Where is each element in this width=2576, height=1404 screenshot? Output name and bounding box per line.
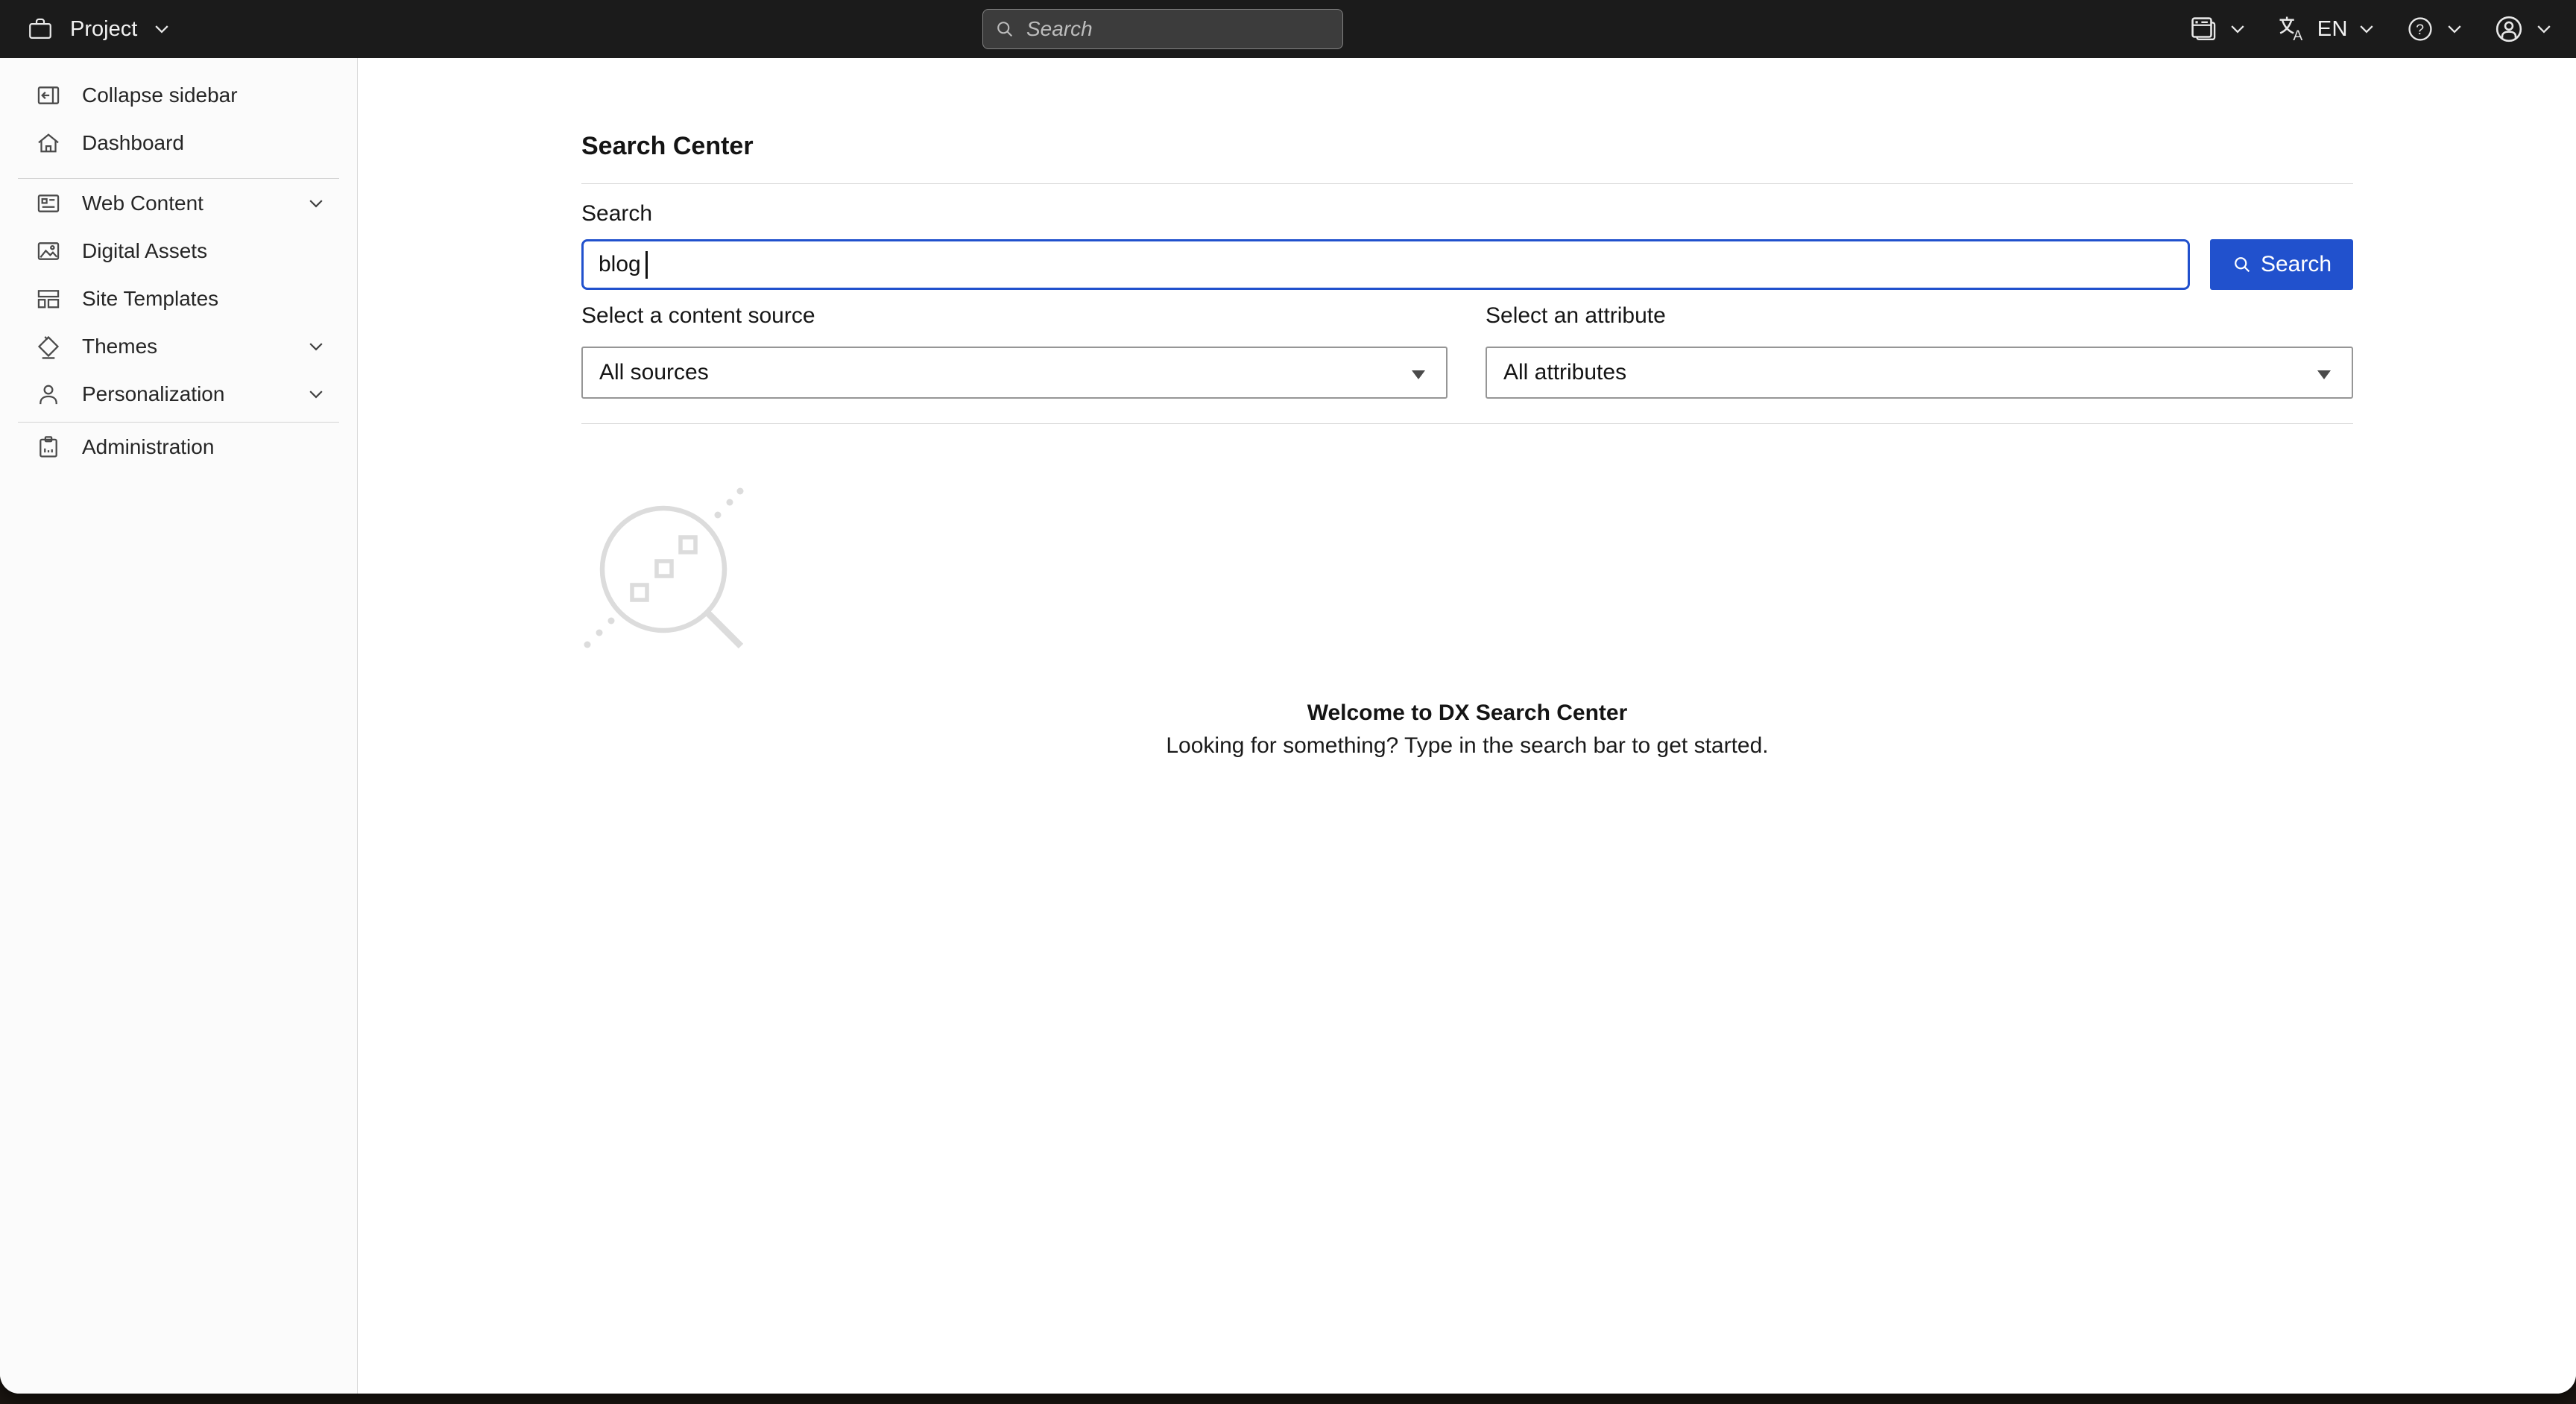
web-content-icon — [34, 189, 63, 218]
sidebar-item-label: Themes — [82, 335, 287, 358]
language-menu[interactable]: A EN — [2276, 13, 2376, 45]
layout-icon — [34, 285, 63, 313]
search-button-label: Search — [2261, 252, 2332, 277]
sidebar-item-administration[interactable]: Administration — [0, 423, 357, 471]
help-menu[interactable]: ? — [2405, 13, 2464, 45]
search-button[interactable]: Search — [2210, 239, 2353, 290]
select-labels-row: Select a content source Select an attrib… — [581, 302, 2353, 330]
attribute-value: All attributes — [1503, 360, 1626, 385]
magnifier-illustration — [581, 481, 2353, 651]
empty-state-subtitle: Looking for something? Type in the searc… — [581, 733, 2353, 759]
clipboard-chart-icon — [34, 433, 63, 461]
chevron-down-icon — [306, 385, 326, 404]
image-icon — [34, 237, 63, 265]
briefcase-icon — [25, 14, 55, 44]
sidebar-item-digital-assets[interactable]: Digital Assets — [0, 227, 357, 275]
help-icon: ? — [2405, 13, 2436, 45]
window-stack-icon — [2188, 13, 2219, 45]
chevron-down-icon — [2228, 19, 2247, 39]
topbar: Project — [0, 0, 2576, 58]
chevron-down-icon — [2445, 19, 2464, 39]
text-caret — [645, 251, 648, 279]
sidebar: Collapse sidebar Dashboard — [0, 58, 358, 1394]
sidebar-divider — [18, 178, 339, 179]
dropdown-arrow-icon — [2317, 370, 2331, 379]
sidebar-item-label: Personalization — [82, 382, 287, 406]
content-source-label: Select a content source — [581, 303, 815, 328]
sidebar-item-dashboard[interactable]: Dashboard — [0, 119, 357, 167]
global-search-input[interactable] — [982, 9, 1343, 49]
sidebar-item-label: Digital Assets — [82, 239, 326, 263]
search-field-label: Search — [581, 200, 2353, 228]
sidebar-item-themes[interactable]: Themes — [0, 323, 357, 370]
app-window: Project — [0, 0, 2576, 1394]
page-title: Search Center — [581, 130, 2353, 162]
paint-bucket-icon — [34, 332, 63, 361]
sidebar-item-label: Dashboard — [82, 131, 326, 155]
sidebar-item-collapse-sidebar[interactable]: Collapse sidebar — [0, 72, 357, 119]
main-panel: Search Center Search Search — [358, 58, 2576, 1394]
sidebar-item-label: Site Templates — [82, 287, 326, 311]
translate-icon: A — [2276, 13, 2308, 45]
project-label: Project — [70, 17, 137, 42]
sidebar-item-label: Administration — [82, 435, 326, 459]
person-icon — [34, 380, 63, 408]
app-root: Project — [0, 0, 2576, 1404]
attribute-label: Select an attribute — [1486, 302, 1666, 330]
sidebar-item-personalization[interactable]: Personalization — [0, 370, 357, 418]
user-avatar-icon — [2493, 13, 2525, 45]
global-search — [982, 9, 1343, 49]
search-row: Search — [581, 239, 2353, 290]
divider — [581, 183, 2353, 184]
language-code: EN — [2317, 17, 2348, 42]
search-icon — [2232, 254, 2253, 275]
chevron-down-icon — [2534, 19, 2554, 39]
empty-state-title: Welcome to DX Search Center — [581, 701, 2353, 726]
svg-text:?: ? — [2416, 22, 2424, 38]
chevron-down-icon — [152, 19, 171, 39]
divider — [581, 423, 2353, 424]
content-source-dropdown[interactable]: All sources — [581, 347, 1448, 399]
attribute-dropdown[interactable]: All attributes — [1486, 347, 2353, 399]
topbar-actions: A EN ? — [2188, 0, 2576, 58]
search-input[interactable] — [581, 239, 2190, 290]
sidebar-item-label: Collapse sidebar — [82, 83, 326, 107]
svg-text:A: A — [2293, 28, 2302, 44]
sidebar-item-web-content[interactable]: Web Content — [0, 180, 357, 227]
project-menu[interactable]: Project — [0, 14, 171, 44]
sidebar-item-site-templates[interactable]: Site Templates — [0, 275, 357, 323]
chevron-down-icon — [306, 194, 326, 213]
sidebar-item-label: Web Content — [82, 192, 287, 215]
select-row: All sources All attributes — [581, 347, 2353, 399]
window-stack-menu[interactable] — [2188, 13, 2247, 45]
search-input-wrap — [581, 239, 2190, 290]
user-menu[interactable] — [2493, 13, 2554, 45]
collapse-sidebar-icon — [34, 81, 63, 110]
content-source-value: All sources — [599, 360, 709, 385]
home-icon — [34, 129, 63, 157]
chevron-down-icon — [306, 337, 326, 356]
dropdown-arrow-icon — [1412, 370, 1425, 379]
chevron-down-icon — [2357, 19, 2376, 39]
sidebar-divider — [18, 422, 339, 423]
